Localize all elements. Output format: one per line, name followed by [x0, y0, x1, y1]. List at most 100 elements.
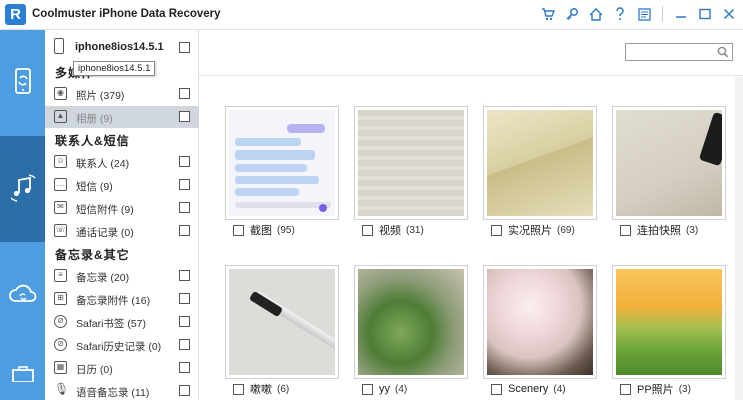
- album-name: 截图: [250, 225, 272, 237]
- tree-item-label: 短信 (9): [76, 181, 113, 193]
- album-count: (3): [678, 383, 691, 395]
- tree-item-messages[interactable]: … 短信 (9): [45, 174, 199, 196]
- iphone-icon: [54, 38, 64, 54]
- tree-item-label: 语音备忘录 (11): [76, 387, 150, 399]
- tree-item-safari-bookmarks[interactable]: ⊘ Safari书签 (57): [45, 311, 199, 333]
- close-icon[interactable]: [721, 5, 737, 23]
- album-count: (31): [406, 224, 424, 236]
- notes-icon: ≡: [54, 269, 67, 282]
- album-checkbox[interactable]: [491, 224, 502, 236]
- tree-item-call-history[interactable]: ☏ 通话记录 (0): [45, 220, 199, 242]
- music-sync-icon: [8, 173, 38, 206]
- album-thumbnail[interactable]: [612, 106, 726, 220]
- tree-item-message-attachments[interactable]: ✉ 短信附件 (9): [45, 197, 199, 219]
- app-title: Coolmuster iPhone Data Recovery: [32, 8, 221, 20]
- album-name: 实况照片: [508, 225, 552, 237]
- message-icon: …: [54, 178, 67, 191]
- content-toolbar: [199, 30, 743, 76]
- album-thumbnail[interactable]: [354, 265, 468, 379]
- tree-item-photos[interactable]: ◉ 照片 (379): [45, 83, 199, 105]
- rail-itunes-recovery[interactable]: [0, 136, 45, 242]
- album-count: (69): [557, 224, 575, 236]
- rail-device-recovery[interactable]: [0, 30, 45, 136]
- rail-icloud-recovery[interactable]: [0, 242, 45, 348]
- blossom-photo-image: [487, 269, 593, 375]
- tree-item-checkbox[interactable]: [179, 316, 190, 327]
- tree-item-label: 联系人 (24): [76, 158, 130, 170]
- album-caption: PP照片 (3): [620, 382, 691, 396]
- tree-item-note-attachments[interactable]: ⊞ 备忘录附件 (16): [45, 288, 199, 310]
- tree-item-checkbox[interactable]: [179, 202, 190, 213]
- camera-icon: ◉: [54, 87, 67, 100]
- album-checkbox[interactable]: [233, 383, 244, 395]
- device-name: iphone8ios14.5.1: [75, 41, 164, 53]
- album-icon: ▲: [54, 110, 67, 123]
- album-thumbnail[interactable]: [225, 265, 339, 379]
- tree-item-checkbox[interactable]: [179, 179, 190, 190]
- tree-item-label: 备忘录附件 (16): [76, 295, 151, 307]
- minimize-icon[interactable]: [673, 5, 689, 23]
- album-thumbnail[interactable]: [483, 265, 597, 379]
- device-row[interactable]: iphone8ios14.5.1: [45, 36, 199, 58]
- cloud-sync-icon: [7, 281, 39, 310]
- album-checkbox[interactable]: [620, 383, 631, 395]
- album-thumbnail[interactable]: [483, 106, 597, 220]
- album-thumbnail[interactable]: [354, 106, 468, 220]
- microphone-icon: 🎙: [54, 382, 70, 396]
- feedback-icon[interactable]: [636, 5, 652, 23]
- tree-item-checkbox[interactable]: [179, 362, 190, 373]
- tree-item-checkbox[interactable]: [179, 270, 190, 281]
- rail-toolbox[interactable]: [0, 348, 45, 400]
- tree-item-checkbox[interactable]: [179, 293, 190, 304]
- album-checkbox[interactable]: [362, 224, 373, 236]
- compass-icon: ⊘: [54, 315, 67, 328]
- tree-item-safari-history[interactable]: ⊘ Safari历史记录 (0): [45, 334, 199, 356]
- album-count: (4): [395, 383, 408, 395]
- album-thumbnail[interactable]: [612, 265, 726, 379]
- tree-item-label: 日历 (0): [76, 364, 113, 376]
- album-caption: 嗽嗽 (6): [233, 382, 289, 396]
- tree-item-checkbox[interactable]: [179, 111, 190, 122]
- phone-call-icon: ☏: [54, 224, 67, 237]
- key-icon[interactable]: [564, 5, 580, 23]
- maximize-icon[interactable]: [697, 5, 713, 23]
- album-count: (3): [686, 224, 699, 236]
- title-bar: R Coolmuster iPhone Data Recovery: [0, 0, 743, 30]
- album-checkbox[interactable]: [233, 224, 244, 236]
- tree-item-checkbox[interactable]: [179, 225, 190, 236]
- device-tooltip: iphone8ios14.5.1: [73, 61, 156, 76]
- tree-item-checkbox[interactable]: [179, 385, 190, 396]
- tree-item-notes[interactable]: ≡ 备忘录 (20): [45, 265, 199, 287]
- tree-item-voice-memos[interactable]: 🎙 语音备忘录 (11): [45, 380, 199, 400]
- search-input[interactable]: [625, 43, 733, 61]
- tree-item-calendar[interactable]: ▦ 日历 (0): [45, 357, 199, 379]
- album-count: (6): [277, 383, 290, 395]
- search-icon[interactable]: [717, 45, 729, 59]
- tree-item-contacts[interactable]: ☺ 联系人 (24): [45, 151, 199, 173]
- device-checkbox[interactable]: [179, 42, 190, 53]
- attachment-icon: ⊞: [54, 292, 67, 305]
- album-caption: 连拍快照 (3): [620, 223, 698, 237]
- album-grid: 截图 (95) 视频 (31) 实况照片 (69) 连拍快照 (3) 嗽嗽 (6…: [199, 77, 743, 400]
- content-pane: 截图 (95) 视频 (31) 实况照片 (69) 连拍快照 (3) 嗽嗽 (6…: [199, 30, 743, 400]
- album-name: Scenery: [508, 383, 549, 395]
- toolbar-separator: [662, 6, 663, 22]
- calendar-icon: ▦: [54, 361, 67, 374]
- video-thumbnail-image: [358, 110, 464, 216]
- phone-sync-icon: [11, 67, 35, 100]
- album-checkbox[interactable]: [491, 383, 502, 395]
- album-checkbox[interactable]: [362, 383, 373, 395]
- vertical-scrollbar[interactable]: [735, 77, 743, 400]
- tree-item-checkbox[interactable]: [179, 339, 190, 350]
- tree-item-checkbox[interactable]: [179, 156, 190, 167]
- album-thumbnail[interactable]: [225, 106, 339, 220]
- help-icon[interactable]: [612, 5, 628, 23]
- plant-photo-image: [358, 269, 464, 375]
- album-name: PP照片: [637, 384, 674, 396]
- tree-item-albums[interactable]: ▲ 相册 (9): [45, 106, 199, 128]
- cart-icon[interactable]: [540, 5, 556, 23]
- album-count: (95): [277, 224, 295, 236]
- home-icon[interactable]: [588, 5, 604, 23]
- album-checkbox[interactable]: [620, 224, 631, 236]
- tree-item-checkbox[interactable]: [179, 88, 190, 99]
